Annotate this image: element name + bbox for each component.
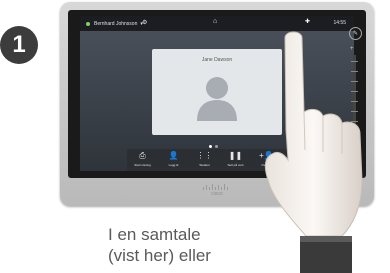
home-icon[interactable]: ⌂ <box>213 18 217 25</box>
avatar-icon <box>197 77 237 121</box>
add-label: Legg til <box>168 163 179 167</box>
brand-logo-text: cisco <box>211 191 223 197</box>
caption-line-2: (vist her) eller <box>108 246 211 265</box>
user-name[interactable]: Bernhard Johnsson <box>94 21 137 27</box>
keypad-button[interactable]: ⋮⋮ Tastatur <box>189 149 220 171</box>
page-dot <box>215 145 218 148</box>
step-number-badge: 1 <box>0 26 38 64</box>
pause-icon: ❚❚ <box>228 151 243 160</box>
caption-line-1: I en samtale <box>108 225 201 244</box>
add-person-icon: 👤 <box>168 151 179 160</box>
cisco-bars-icon <box>203 184 228 190</box>
hold-button[interactable]: ❚❚ Sett på vent <box>220 149 251 171</box>
keypad-label: Tastatur <box>199 163 210 167</box>
cisco-logo: cisco <box>200 184 234 197</box>
page-dot-active <box>209 145 212 148</box>
gear-icon[interactable]: ⚙ <box>142 19 147 26</box>
share-screen-label: Start visning <box>134 163 151 167</box>
keypad-icon: ⋮⋮ <box>196 151 213 160</box>
add-button[interactable]: 👤 Legg til <box>158 149 189 171</box>
pointing-hand-icon <box>264 31 363 273</box>
share-screen-button[interactable]: ⎙ Start visning <box>127 149 158 171</box>
clock: 14:55 <box>333 20 346 26</box>
add-participant-icon[interactable]: ✚ <box>305 18 310 25</box>
status-bar: Bernhard Johnsson ▾ ⚙ ⌂ ✚ 14:55 <box>80 16 354 31</box>
share-screen-icon: ⎙ <box>139 151 146 160</box>
instruction-caption: I en samtale (vist her) eller <box>108 224 258 266</box>
hold-label: Sett på vent <box>227 163 244 167</box>
presence-indicator-icon <box>86 21 90 26</box>
page-indicator <box>209 145 218 148</box>
